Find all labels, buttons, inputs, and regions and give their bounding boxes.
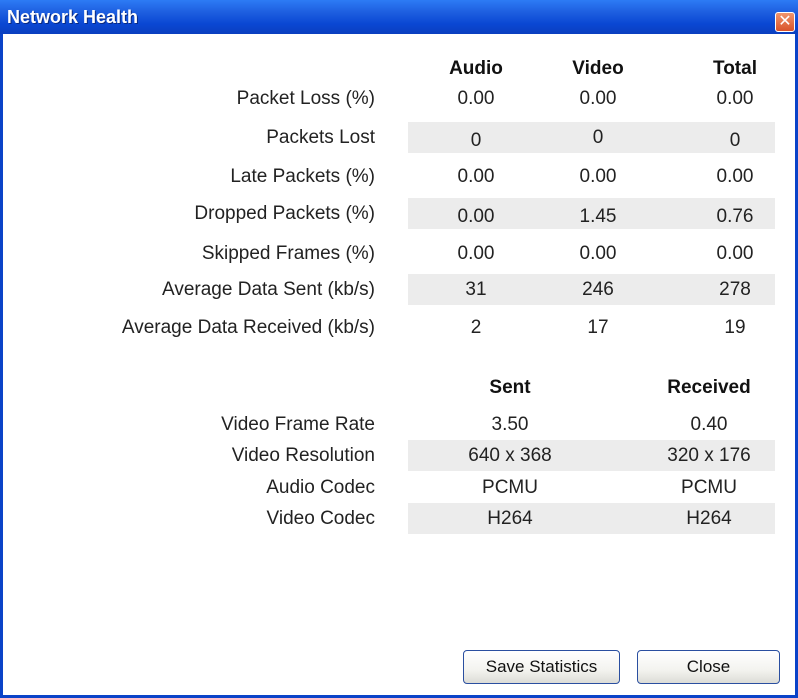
value-video: 0.00 (579, 166, 617, 187)
value-audio: 0.00 (457, 206, 495, 227)
value-total: 19 (724, 317, 746, 338)
close-button[interactable]: Close (637, 650, 780, 684)
value-audio: 2 (470, 317, 482, 338)
label-video-resolution: Video Resolution (231, 445, 375, 466)
value-sent: 640 x 368 (468, 445, 552, 466)
value-total: 0 (729, 130, 741, 151)
close-icon[interactable]: ✕ (775, 12, 795, 32)
label-average-data-received: Average Data Received (kb/s) (121, 317, 375, 338)
value-audio: 31 (465, 279, 487, 300)
value-sent: PCMU (482, 477, 538, 498)
value-total: 0.00 (716, 243, 754, 264)
label-video-codec: Video Codec (266, 508, 375, 529)
value-video: 0.00 (579, 243, 617, 264)
header-sent: Sent (489, 377, 531, 398)
label-average-data-sent: Average Data Sent (kb/s) (162, 279, 375, 300)
title-bar[interactable]: Network Health ✕ (0, 0, 798, 34)
value-sent: H264 (487, 508, 533, 529)
label-audio-codec: Audio Codec (266, 477, 375, 498)
label-packets-lost: Packets Lost (266, 127, 375, 148)
value-received: 0.40 (690, 414, 728, 435)
header-total: Total (713, 58, 757, 79)
header-video: Video (572, 58, 624, 79)
value-received: PCMU (681, 477, 737, 498)
value-received: H264 (686, 508, 732, 529)
label-dropped-packets: Dropped Packets (%) (194, 203, 375, 224)
label-late-packets: Late Packets (%) (230, 166, 375, 187)
save-statistics-button[interactable]: Save Statistics (463, 650, 620, 684)
value-video: 0.00 (579, 88, 617, 109)
value-video: 0 (592, 127, 604, 148)
value-video: 17 (587, 317, 609, 338)
value-video: 246 (582, 279, 614, 300)
label-packet-loss: Packet Loss (%) (236, 88, 375, 109)
value-total: 0.00 (716, 166, 754, 187)
value-audio: 0.00 (457, 243, 495, 264)
window-title: Network Health (7, 7, 139, 27)
header-received: Received (667, 377, 751, 398)
value-sent: 3.50 (491, 414, 529, 435)
value-total: 278 (719, 279, 751, 300)
label-skipped-frames: Skipped Frames (%) (201, 243, 375, 264)
network-health-window: Network Health ✕ Audio Video Total Packe… (0, 0, 798, 698)
label-video-frame-rate: Video Frame Rate (221, 414, 375, 435)
value-received: 320 x 176 (667, 445, 751, 466)
value-audio: 0 (470, 130, 482, 151)
header-audio: Audio (449, 58, 503, 79)
value-audio: 0.00 (457, 88, 495, 109)
value-video: 1.45 (579, 206, 617, 227)
value-audio: 0.00 (457, 166, 495, 187)
value-total: 0.76 (716, 206, 754, 227)
value-total: 0.00 (716, 88, 754, 109)
